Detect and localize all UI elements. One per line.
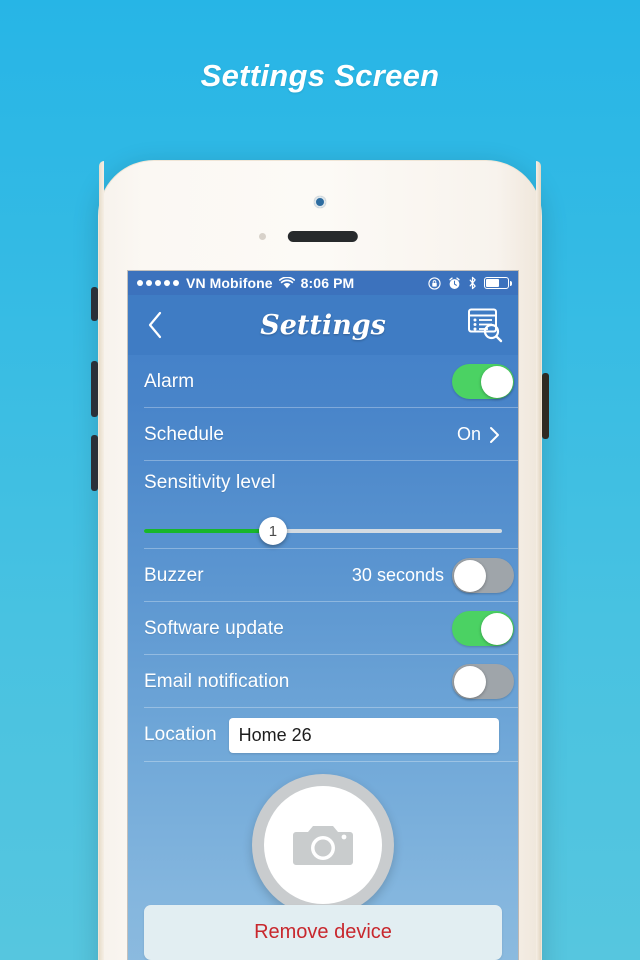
- email-notification-toggle-knob: [453, 665, 486, 698]
- settings-list: Alarm Schedule On Sensitivity level 1 Bu…: [128, 355, 518, 762]
- phone-screen: VN Mobifone 8:06 PM Settings Alarm Sched…: [128, 271, 518, 960]
- earpiece-speaker: [287, 231, 358, 242]
- device-section: Remove device: [128, 762, 518, 960]
- location-input[interactable]: [228, 717, 499, 753]
- screen-title: Settings: [260, 309, 386, 341]
- device-photo-button[interactable]: [252, 774, 394, 916]
- row-buzzer[interactable]: Buzzer 30 seconds: [128, 549, 518, 602]
- email-notification-toggle[interactable]: [452, 664, 514, 699]
- buzzer-value: 30 seconds: [351, 565, 444, 585]
- sensitivity-slider[interactable]: 1: [144, 517, 502, 545]
- alarm-toggle[interactable]: [452, 364, 514, 399]
- wifi-icon: [278, 277, 295, 289]
- camera-icon: [293, 826, 353, 865]
- proximity-sensor: [259, 233, 266, 240]
- buzzer-label: Buzzer: [144, 564, 204, 586]
- status-bar: VN Mobifone 8:06 PM: [128, 271, 518, 295]
- status-bar-right-icons: [428, 276, 512, 290]
- buzzer-toggle-knob: [453, 559, 486, 592]
- phone-device: VN Mobifone 8:06 PM Settings Alarm Sched…: [91, 160, 549, 960]
- row-alarm[interactable]: Alarm: [128, 355, 518, 408]
- remove-device-label: Remove device: [254, 921, 392, 943]
- remove-device-button[interactable]: Remove device: [144, 905, 502, 960]
- clock-label: 8:06 PM: [300, 275, 355, 291]
- software-update-toggle[interactable]: [452, 611, 514, 646]
- row-location[interactable]: Location: [128, 708, 518, 762]
- battery-icon: [484, 277, 512, 289]
- row-schedule[interactable]: Schedule On: [128, 408, 518, 461]
- row-software-update[interactable]: Software update: [128, 602, 518, 655]
- slider-thumb[interactable]: 1: [258, 517, 287, 545]
- volume-up-button[interactable]: [91, 361, 98, 417]
- email-notification-control: [452, 664, 514, 699]
- sensitivity-label: Sensitivity level: [144, 472, 276, 493]
- back-button[interactable]: [142, 308, 168, 342]
- power-button[interactable]: [542, 373, 549, 439]
- alarm-label: Alarm: [144, 370, 195, 392]
- software-update-control: [452, 611, 514, 646]
- bluetooth-icon: [469, 276, 476, 290]
- alarm-control: [452, 364, 514, 399]
- front-camera-lens: [314, 196, 326, 208]
- row-sensitivity[interactable]: Sensitivity level 1: [128, 461, 518, 549]
- page-title: Settings Screen: [200, 58, 440, 93]
- rotation-lock-icon: [428, 276, 441, 290]
- software-update-toggle-knob: [480, 612, 513, 645]
- row-email-notification[interactable]: Email notification: [128, 655, 518, 708]
- device-photo-inner: [264, 786, 382, 904]
- schedule-value: On: [456, 424, 481, 444]
- alarm-clock-icon: [449, 276, 460, 289]
- silent-switch-button[interactable]: [91, 287, 98, 321]
- battery-fill: [486, 279, 499, 287]
- list-search-icon[interactable]: [466, 307, 504, 343]
- buzzer-control: 30 seconds: [351, 558, 514, 593]
- slider-fill: [144, 529, 273, 533]
- phone-left-edge: [99, 161, 104, 960]
- navigation-bar: Settings: [128, 295, 518, 355]
- phone-right-edge: [536, 161, 541, 960]
- alarm-toggle-knob: [480, 365, 513, 398]
- signal-strength-icon: [137, 280, 179, 286]
- chevron-right-icon: [489, 425, 502, 445]
- buzzer-toggle[interactable]: [452, 558, 514, 593]
- software-update-label: Software update: [144, 617, 284, 639]
- carrier-label: VN Mobifone: [186, 275, 273, 291]
- schedule-control: On: [457, 424, 502, 445]
- email-notification-label: Email notification: [144, 670, 290, 692]
- location-label: Location: [144, 724, 217, 745]
- volume-down-button[interactable]: [91, 435, 98, 491]
- schedule-label: Schedule: [144, 423, 225, 445]
